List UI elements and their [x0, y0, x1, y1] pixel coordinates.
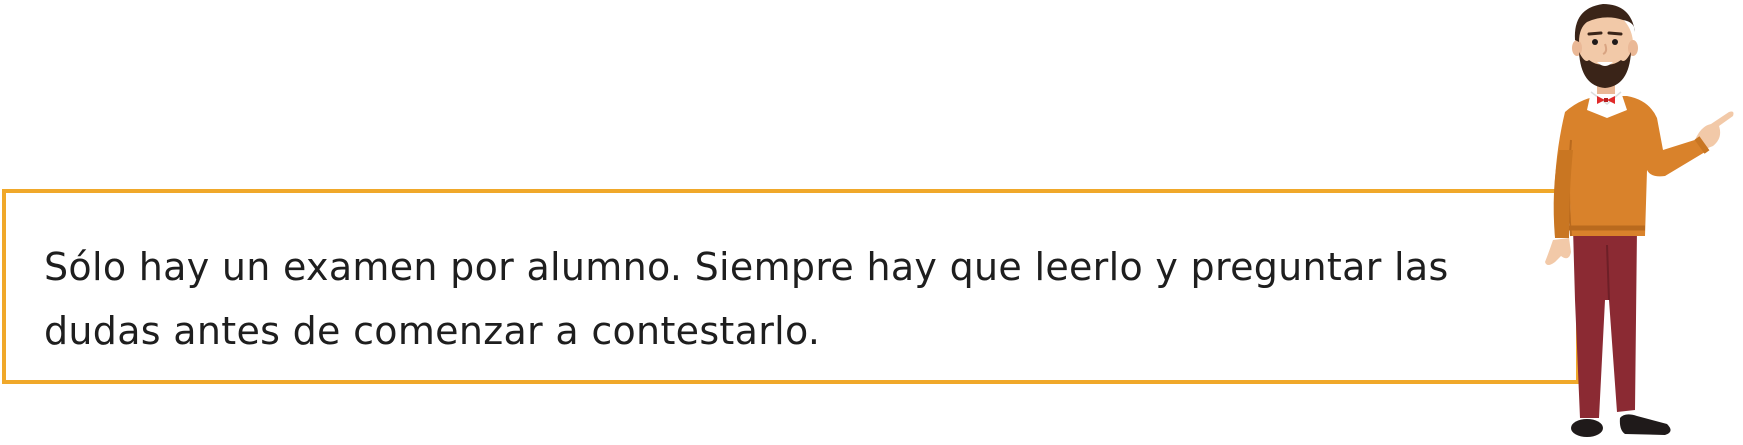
note-text: Sólo hay un examen por alumno. Siempre h… [44, 245, 1449, 353]
note-box: Sólo hay un examen por alumno. Siempre h… [2, 189, 1580, 384]
left-hand [1545, 238, 1571, 265]
pants [1573, 228, 1637, 418]
sweater [1553, 96, 1705, 238]
right-hand-pointing [1694, 111, 1734, 154]
teacher-illustration [1545, 4, 1734, 437]
head [1572, 4, 1638, 88]
